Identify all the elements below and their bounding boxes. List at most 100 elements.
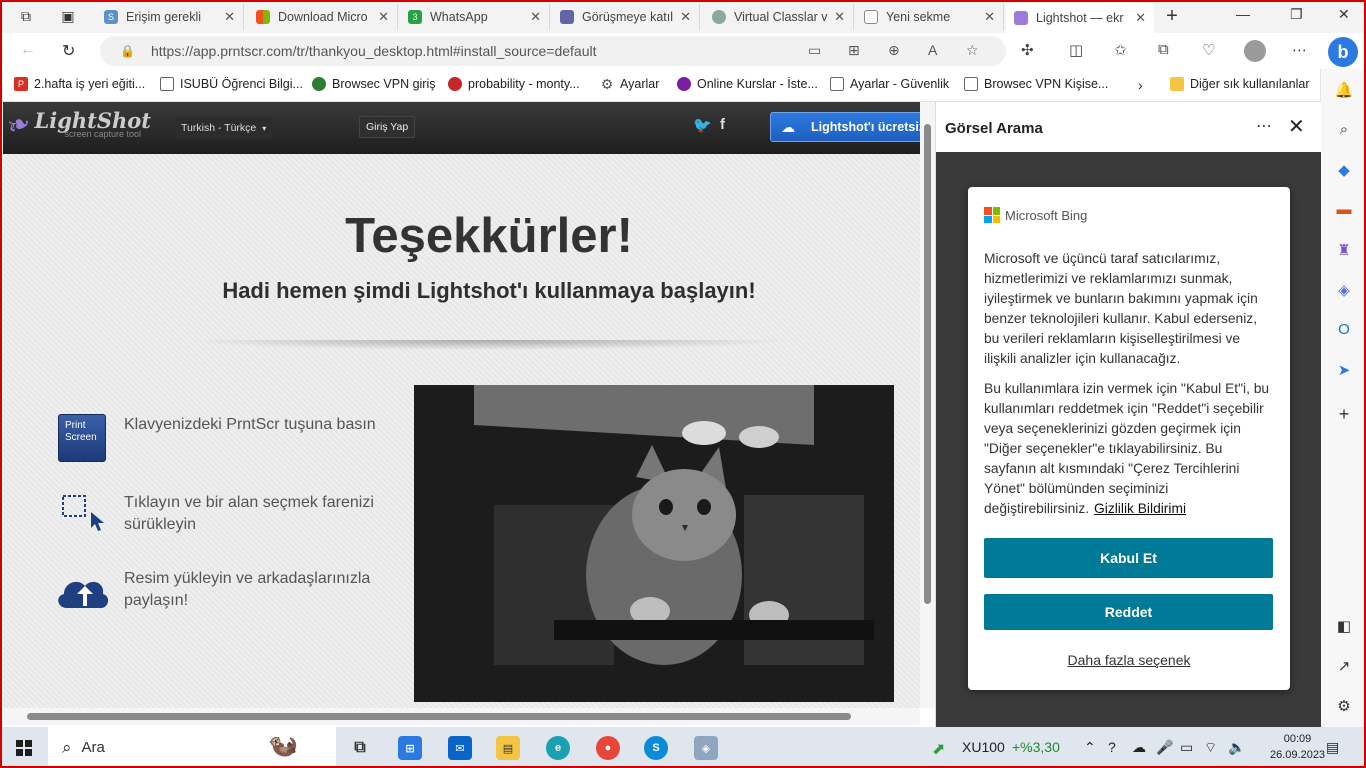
- window-close-icon[interactable]: ✕: [1338, 6, 1350, 23]
- add-icon[interactable]: +: [1334, 404, 1354, 424]
- shopping-tag-icon[interactable]: ◆: [1334, 161, 1354, 181]
- minimize-icon[interactable]: —: [1236, 6, 1250, 22]
- chevron-up-icon[interactable]: ⌃: [1084, 739, 1096, 756]
- device-icon[interactable]: ▭: [808, 42, 821, 59]
- bookmark-item[interactable]: Browsec VPN giriş: [312, 77, 436, 91]
- search-icon[interactable]: ⌕: [1334, 121, 1354, 141]
- store-icon[interactable]: ⊞: [398, 736, 422, 760]
- tab-0[interactable]: S Erişim gerekli ✕: [96, 4, 244, 30]
- bookmark-item[interactable]: probability - monty...: [448, 77, 580, 91]
- notification-bell-icon[interactable]: 🔔: [1334, 81, 1354, 101]
- bookmark-item[interactable]: Ayarlar - Güvenlik: [830, 77, 949, 91]
- close-icon[interactable]: ✕: [1135, 10, 1146, 26]
- app-icon[interactable]: ◈: [694, 736, 718, 760]
- cloud-sync-icon[interactable]: ☁: [1132, 739, 1146, 756]
- taskbar-search[interactable]: ⌕ Ara 🦦: [48, 727, 336, 768]
- address-bar[interactable]: 🔒 https://app.prntscr.com/tr/thankyou_de…: [100, 36, 1006, 66]
- windows-start-icon[interactable]: [16, 740, 32, 756]
- extensions-icon[interactable]: ✣: [1021, 41, 1034, 59]
- notifications-icon[interactable]: ▤: [1326, 739, 1339, 756]
- chrome-icon[interactable]: ●: [596, 736, 620, 760]
- drop-icon[interactable]: ➤: [1334, 361, 1354, 381]
- ticker-name[interactable]: XU100: [962, 739, 1005, 755]
- more-options-link[interactable]: Daha fazla seçenek: [968, 652, 1290, 668]
- volume-icon[interactable]: 🔈: [1228, 739, 1245, 756]
- outlook-icon[interactable]: O: [1334, 321, 1354, 341]
- tab-4[interactable]: Virtual Classlar v ✕: [704, 4, 854, 30]
- microphone-icon[interactable]: 🎤: [1156, 739, 1173, 756]
- bookmark-item[interactable]: Browsec VPN Kişise...: [964, 77, 1108, 91]
- edge-icon[interactable]: e: [546, 736, 570, 760]
- close-icon[interactable]: ✕: [378, 9, 389, 25]
- back-icon[interactable]: ←: [20, 41, 36, 59]
- tab-actions-icon[interactable]: ▣: [56, 6, 80, 26]
- task-view-icon[interactable]: ⧉: [348, 736, 372, 760]
- microsoft-365-icon[interactable]: ◈: [1334, 281, 1354, 301]
- stock-chart-icon[interactable]: ⬈: [932, 739, 945, 759]
- login-button[interactable]: Giriş Yap: [359, 116, 416, 138]
- page-viewport: ❧ LightShot screen capture tool Turkish …: [3, 102, 920, 708]
- wifi-icon[interactable]: ⌔: [1204, 739, 1217, 757]
- battery-icon[interactable]: ▭: [1180, 739, 1193, 756]
- settings-gear-icon[interactable]: ⚙: [1334, 697, 1354, 717]
- skype-icon[interactable]: S: [644, 736, 668, 760]
- horizontal-scrollbar[interactable]: [3, 708, 920, 725]
- vertical-scrollbar[interactable]: [920, 102, 935, 708]
- privacy-link[interactable]: Gizlilik Bildirimi: [1094, 501, 1186, 516]
- restore-icon[interactable]: ❐: [1290, 6, 1303, 23]
- close-icon[interactable]: ✕: [984, 9, 995, 25]
- more-options-icon[interactable]: ⋯: [1256, 116, 1272, 136]
- profile-avatar[interactable]: [1244, 40, 1266, 62]
- file-explorer-icon[interactable]: ▤: [496, 736, 520, 760]
- favorites-icon[interactable]: ✩: [1114, 41, 1127, 59]
- search-icon: ⌕: [62, 737, 72, 757]
- apps-icon[interactable]: ⊞: [848, 42, 860, 59]
- browser-essentials-icon[interactable]: ♡: [1202, 41, 1215, 59]
- chevron-right-icon[interactable]: ›: [1138, 77, 1143, 93]
- address-row: ← ↻ 🔒 https://app.prntscr.com/tr/thankyo…: [0, 33, 1366, 69]
- help-icon[interactable]: ?: [1108, 739, 1116, 755]
- sidebar-layout-icon[interactable]: ◧: [1334, 617, 1354, 637]
- mail-icon[interactable]: ✉: [448, 736, 472, 760]
- new-tab-button[interactable]: +: [1160, 5, 1184, 27]
- tab-2[interactable]: 3 WhatsApp ✕: [400, 4, 550, 30]
- close-icon[interactable]: ✕: [224, 9, 235, 25]
- facebook-icon[interactable]: f: [720, 116, 725, 133]
- reject-button[interactable]: Reddet: [984, 594, 1273, 630]
- lightshot-logo[interactable]: ❧ LightShot screen capture tool: [3, 106, 151, 143]
- tab-6-active[interactable]: Lightshot — ekr ✕: [1006, 3, 1154, 33]
- scroll-thumb[interactable]: [924, 124, 931, 604]
- external-link-icon[interactable]: ↗: [1334, 657, 1354, 677]
- tab-3[interactable]: Görüşmeye katıl ✕: [552, 4, 700, 30]
- games-icon[interactable]: ♜: [1334, 241, 1354, 261]
- app-available-icon[interactable]: ⊕: [888, 42, 900, 59]
- twitter-icon[interactable]: 🐦: [693, 116, 712, 134]
- workspaces-icon[interactable]: ⧉: [14, 6, 38, 26]
- bookmark-item[interactable]: Online Kurslar - İste...: [677, 77, 818, 91]
- tab-5[interactable]: Yeni sekme ✕: [856, 4, 1004, 30]
- scroll-thumb[interactable]: [27, 713, 851, 720]
- tools-icon[interactable]: ▬: [1334, 201, 1354, 221]
- language-select[interactable]: Turkish - Türkçe ▾: [175, 117, 273, 139]
- clock[interactable]: 00:09 26.09.2023: [1270, 731, 1325, 763]
- other-favorites[interactable]: Diğer sık kullanılanlar: [1170, 77, 1310, 91]
- bookmark-item[interactable]: ISUBÜ Öğrenci Bilgi...: [160, 77, 303, 91]
- close-icon[interactable]: ✕: [834, 9, 845, 25]
- split-screen-icon[interactable]: ◫: [1069, 41, 1083, 59]
- collections-icon[interactable]: ⧉: [1158, 41, 1169, 58]
- bookmark-item[interactable]: P 2.hafta iş yeri eğiti...: [14, 77, 145, 91]
- url-text[interactable]: https://app.prntscr.com/tr/thankyou_desk…: [151, 43, 597, 59]
- download-button[interactable]: ☁ Lightshot'ı ücretsiz: [770, 112, 920, 142]
- more-menu-icon[interactable]: ⋯: [1292, 41, 1307, 59]
- panel-close-icon[interactable]: ✕: [1288, 114, 1305, 139]
- tab-1[interactable]: Download Micro ✕: [248, 4, 398, 30]
- bookmark-item[interactable]: ⚙ Ayarlar: [600, 76, 660, 92]
- close-icon[interactable]: ✕: [680, 9, 691, 25]
- favorite-star-icon[interactable]: ☆: [966, 42, 979, 59]
- refresh-icon[interactable]: ↻: [62, 41, 75, 61]
- bing-chat-icon[interactable]: b: [1328, 37, 1358, 67]
- close-icon[interactable]: ✕: [530, 9, 541, 25]
- lock-icon[interactable]: 🔒: [120, 44, 135, 58]
- read-aloud-icon[interactable]: A: [928, 42, 937, 58]
- accept-button[interactable]: Kabul Et: [984, 538, 1273, 578]
